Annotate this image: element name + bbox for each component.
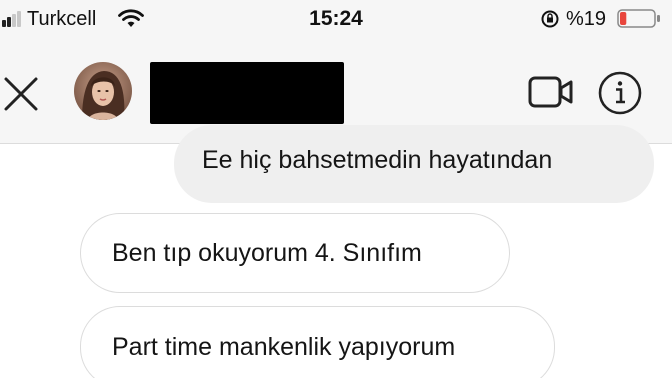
avatar[interactable] [74, 62, 132, 120]
battery-icon [617, 9, 660, 28]
rotation-lock-icon [541, 10, 559, 28]
contact-name-redacted [150, 62, 344, 124]
battery-percent: %19 [566, 8, 607, 30]
instagram-dm-screen: Turkcell 15:24 %19 Ee hiç bahsetmedin ha… [0, 0, 672, 378]
info-icon[interactable] [597, 70, 643, 116]
message-incoming[interactable]: Ben tıp okuyorum 4. Sınıfım [80, 213, 510, 293]
status-bar: Turkcell 15:24 %19 [0, 0, 672, 38]
close-icon[interactable] [2, 75, 40, 113]
message-incoming[interactable]: Part time mankenlik yapıyorum [80, 306, 555, 378]
video-call-icon[interactable] [528, 73, 574, 111]
message-outgoing[interactable]: Ee hiç bahsetmedin hayatından [174, 125, 654, 203]
